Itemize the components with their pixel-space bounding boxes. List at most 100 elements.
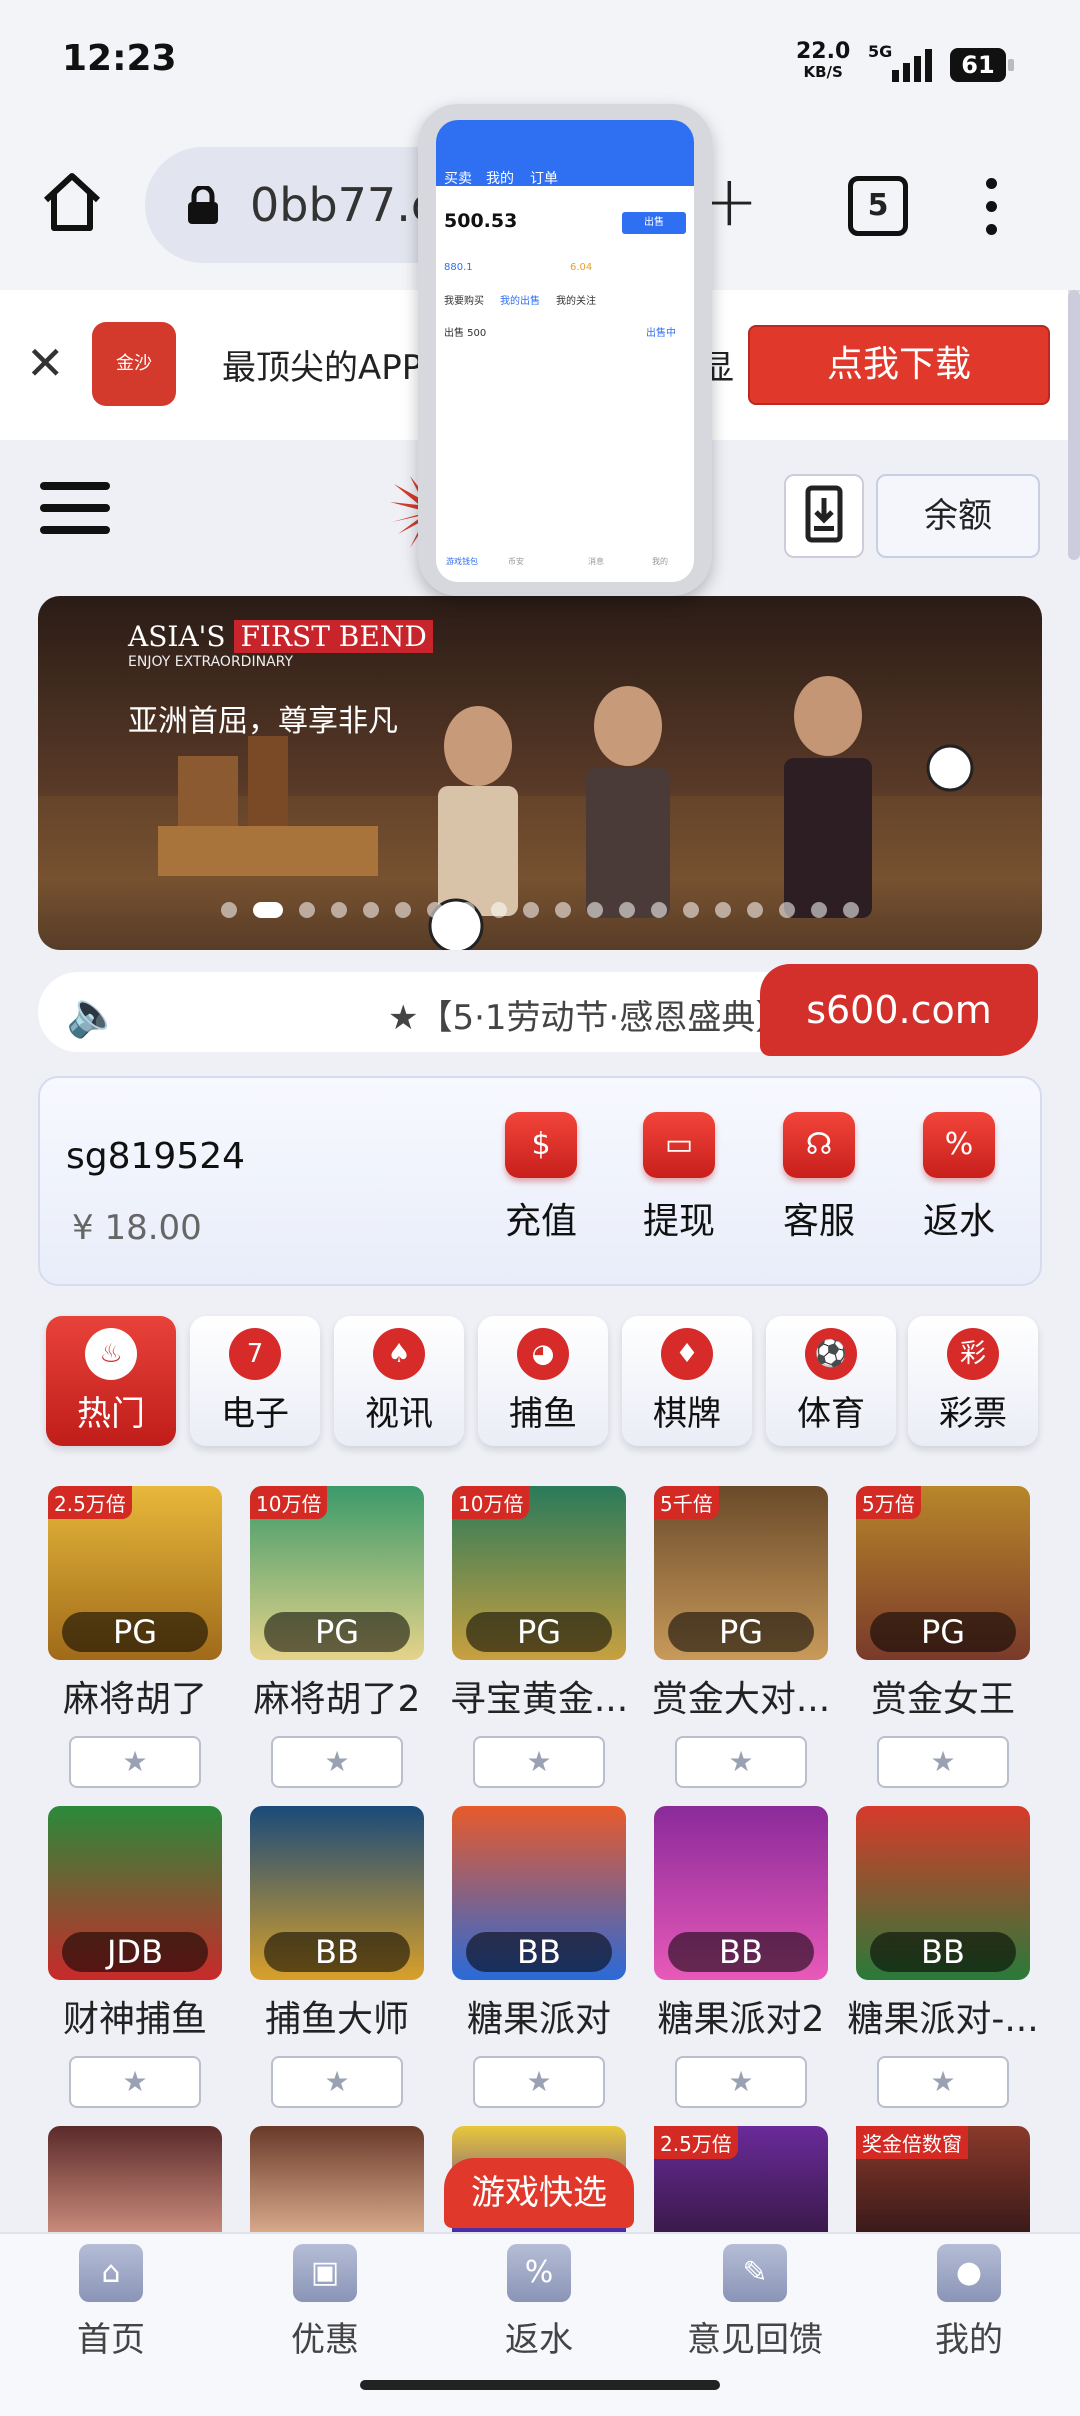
game-thumbnail[interactable]: 2.5万倍 [654, 2126, 828, 2232]
money-bag-icon: $ [505, 1112, 577, 1178]
preview-tab: 订单 [530, 171, 558, 187]
page-scrollbar[interactable] [1068, 290, 1080, 560]
card-icon: ▭ [643, 1112, 715, 1178]
announcement-text: ★【5·1劳动节·感恩盛典】 [388, 998, 790, 1038]
favorite-star-icon[interactable]: ★ [675, 2056, 807, 2108]
game-thumbnail: 5万倍 PG [856, 1486, 1030, 1660]
preview-order: 出售 500 [444, 328, 487, 339]
game-name: 糖果派对 [466, 1999, 611, 2040]
game-name: 捕鱼大师 [264, 1999, 409, 2040]
download-app-icon[interactable] [784, 474, 864, 558]
close-icon[interactable]: ✕ [26, 336, 65, 390]
headset-icon: ☊ [783, 1112, 855, 1178]
game-name: 糖果派对2 [657, 1999, 825, 2040]
nav-feedback[interactable]: ✎ 意见回馈 [680, 2244, 830, 2361]
favorite-star-icon[interactable]: ★ [271, 2056, 403, 2108]
favorite-star-icon[interactable]: ★ [675, 1736, 807, 1788]
download-button[interactable]: 点我下载 [748, 325, 1050, 405]
favorite-star-icon[interactable]: ★ [69, 1736, 201, 1788]
preview-nav: 我的 [652, 557, 668, 566]
gesture-home-bar[interactable] [360, 2380, 720, 2390]
home-icon: ⌂ [79, 2244, 143, 2302]
preview-tab: 买卖 [444, 171, 472, 187]
tab-lottery[interactable]: 彩彩票 [908, 1316, 1038, 1446]
nav-home[interactable]: ⌂ 首页 [36, 2244, 186, 2361]
rebate-button[interactable]: % 返水 [904, 1112, 1014, 1244]
tab-cards[interactable]: ♦ 棋牌 [622, 1316, 752, 1446]
game-tile[interactable]: BB 捕鱼大师 ★ [250, 1806, 424, 2108]
game-tile[interactable]: BB 糖果派对-... ★ [847, 1806, 1039, 2108]
balance-button[interactable]: 余额 [876, 474, 1040, 558]
game-thumbnail[interactable]: 奖金倍数窗 [856, 2126, 1030, 2232]
preview-nav: 游戏钱包 [446, 557, 478, 566]
game-tile[interactable]: BB 糖果派对 ★ [452, 1806, 626, 2108]
tab-hot[interactable]: ♨ 热门 [46, 1316, 176, 1446]
nav-rebate[interactable]: % 返水 [464, 2244, 614, 2361]
preview-nav: 币安 [508, 557, 524, 566]
hamburger-menu-icon[interactable] [40, 482, 110, 548]
game-name: 麻将胡了2 [253, 1679, 421, 1720]
game-thumbnail: 10万倍 PG [250, 1486, 424, 1660]
game-tile[interactable]: JDB 财神捕鱼 ★ [48, 1806, 222, 2108]
tab-live[interactable]: ♠ 视讯 [334, 1316, 464, 1446]
site-link-badge[interactable]: s600.com [760, 964, 1038, 1056]
battery-icon: 61 [950, 48, 1014, 82]
game-name: 财神捕鱼 [62, 1999, 207, 2040]
deposit-button[interactable]: $ 充值 [486, 1112, 596, 1244]
withdraw-button[interactable]: ▭ 提现 [624, 1112, 734, 1244]
game-thumbnail: BB [250, 1806, 424, 1980]
preview-subtab: 我的关注 [556, 296, 596, 307]
home-icon[interactable] [40, 170, 104, 234]
game-tile[interactable]: 2.5万倍 PG 麻将胡了 ★ [48, 1486, 222, 1788]
game-name: 寻宝黄金... [449, 1679, 629, 1720]
game-thumbnail: 10万倍 PG [452, 1486, 626, 1660]
game-thumbnail: BB [452, 1806, 626, 1980]
tab-fishing[interactable]: ◕ 捕鱼 [478, 1316, 608, 1446]
customer-service-button[interactable]: ☊ 客服 [764, 1112, 874, 1244]
hero-subtitle: ENJOY EXTRAORDINARY [128, 654, 294, 670]
game-tile[interactable]: 10万倍 PG 寻宝黄金... ★ [450, 1486, 628, 1788]
game-tile[interactable]: 5万倍 PG 赏金女王 ★ [856, 1486, 1030, 1788]
status-time: 12:23 [62, 38, 177, 79]
tab-count-button[interactable]: 5 [848, 176, 908, 236]
percent-icon: % [507, 2244, 571, 2302]
preview-subtab: 我要购买 [444, 296, 484, 307]
preview-nav: 消息 [588, 557, 604, 566]
game-tile[interactable]: 5千倍 PG 赏金大对... ★ [652, 1486, 830, 1788]
network-type: 5G [868, 42, 893, 61]
fire-icon: ♨ [85, 1328, 137, 1380]
favorite-star-icon[interactable]: ★ [69, 2056, 201, 2108]
game-tile[interactable]: BB 糖果派对2 ★ [654, 1806, 828, 2108]
app-logo: 金沙 [92, 322, 176, 406]
tab-slots[interactable]: 7 电子 [190, 1316, 320, 1446]
game-thumbnail: BB [654, 1806, 828, 1980]
browser-menu-icon[interactable] [986, 178, 998, 247]
preview-header [436, 120, 694, 186]
favorite-star-icon[interactable]: ★ [473, 2056, 605, 2108]
tab-sports[interactable]: ⚽ 体育 [766, 1316, 896, 1446]
quick-game-button[interactable]: 游戏快选 [444, 2158, 634, 2228]
fish-icon: ◕ [517, 1328, 569, 1380]
nav-promotions[interactable]: ▣ 优惠 [250, 2244, 400, 2361]
favorite-star-icon[interactable]: ★ [877, 2056, 1009, 2108]
favorite-star-icon[interactable]: ★ [877, 1736, 1009, 1788]
percent-icon: % [923, 1112, 995, 1178]
favorite-star-icon[interactable]: ★ [473, 1736, 605, 1788]
lock-icon [188, 186, 218, 224]
favorite-star-icon[interactable]: ★ [271, 1736, 403, 1788]
game-thumbnail[interactable] [250, 2126, 424, 2232]
carousel-dots[interactable] [38, 902, 1042, 922]
hero-slogan: 亚洲首屈，尊享非凡 [128, 704, 398, 739]
game-thumbnail[interactable] [48, 2126, 222, 2232]
account-balance: ¥ 18.00 [72, 1208, 202, 1248]
game-tile[interactable]: 10万倍 PG 麻将胡了2 ★ [250, 1486, 424, 1788]
preview-subtab: 我的出售 [500, 296, 540, 307]
preview-tab: 我的 [486, 171, 514, 187]
ball-icon: ⚽ [805, 1328, 857, 1380]
game-name: 麻将胡了 [62, 1679, 207, 1720]
seven-icon: 7 [229, 1328, 281, 1380]
game-name: 糖果派对-... [847, 1999, 1039, 2040]
nav-profile[interactable]: ● 我的 [894, 2244, 1044, 2361]
hero-banner[interactable]: ASIA'S FIRST BEND ENJOY EXTRAORDINARY 亚洲… [38, 596, 1042, 950]
signal-icon [892, 49, 932, 82]
